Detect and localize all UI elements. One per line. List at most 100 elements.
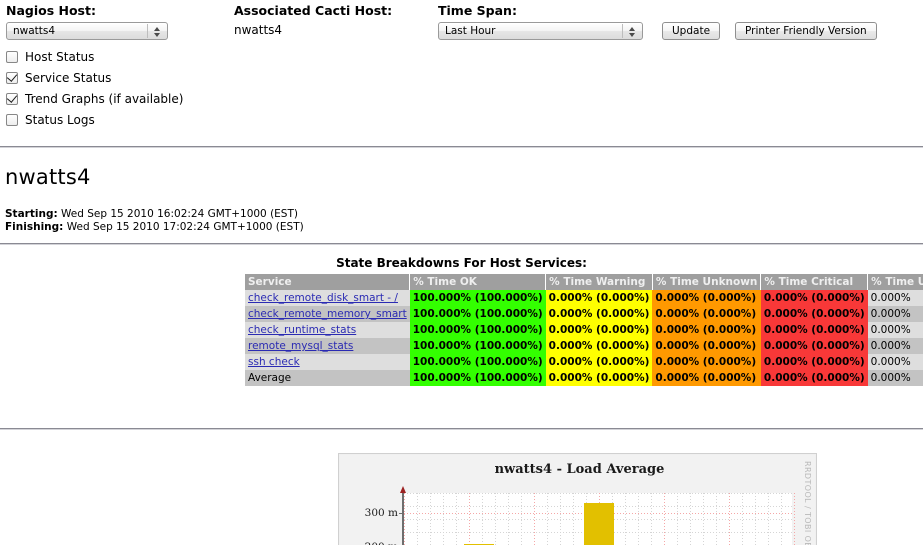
checkbox-service-status[interactable] bbox=[6, 71, 18, 84]
select-divider bbox=[147, 24, 148, 38]
graph-canvas: nwatts4 - Load Average 300 m 200 m RRDTOO… bbox=[340, 455, 815, 545]
column-header-time-unknown: % Time Unknown bbox=[652, 274, 762, 290]
time-span-select[interactable]: Last Hour bbox=[438, 22, 643, 40]
cacti-host-label: Associated Cacti Host: bbox=[234, 3, 393, 18]
nagios-host-group: Nagios Host: nwatts4 Host Status Service… bbox=[6, 0, 183, 130]
load-average-graph[interactable]: nwatts4 - Load Average 300 m 200 m RRDTOO… bbox=[338, 453, 817, 545]
gridline-minor-h bbox=[404, 493, 792, 494]
service-link[interactable]: check_remote_memory_smart bbox=[248, 308, 407, 320]
table-row: ssh check 100.000% (100.000%) 0.000% (0.00… bbox=[245, 354, 923, 370]
service-link[interactable]: check_remote_disk_smart - / bbox=[248, 292, 398, 304]
finishing-label: Finishing: bbox=[5, 221, 64, 233]
cell-time-undetermined: 0.000% bbox=[867, 322, 923, 338]
cell-time-undetermined: 0.000% bbox=[867, 354, 923, 370]
gridline-major-v bbox=[794, 493, 795, 545]
cell-time-critical: 0.000% (0.000%) bbox=[760, 306, 868, 322]
section-divider-breakdown bbox=[0, 243, 923, 245]
nagios-host-label: Nagios Host: bbox=[6, 3, 96, 18]
cell-service[interactable]: remote_mysql_stats bbox=[245, 338, 410, 354]
page-root: Nagios Host: nwatts4 Host Status Service… bbox=[0, 0, 923, 545]
display-options-group: Host Status Service Status Trend Graphs … bbox=[6, 46, 183, 130]
cell-time-warning: 0.000% (0.000%) bbox=[545, 290, 653, 306]
cell-time-undetermined: 0.000% bbox=[867, 338, 923, 354]
table-row: check_runtime_stats 100.000% (100.000%) 0.… bbox=[245, 322, 923, 338]
cacti-host-group: Associated Cacti Host: nwatts4 bbox=[234, 0, 392, 37]
service-link[interactable]: check_runtime_stats bbox=[248, 324, 356, 336]
cell-time-critical: 0.000% (0.000%) bbox=[760, 322, 868, 338]
rrdtool-watermark: RRDTOOL / TOBI OETIKER bbox=[803, 461, 812, 545]
cell-time-unknown: 0.000% (0.000%) bbox=[652, 290, 761, 306]
state-breakdown-table: Service % Time OK % Time Warning % Time … bbox=[245, 274, 923, 386]
cell-time-critical: 0.000% (0.000%) bbox=[760, 290, 868, 306]
graph-title: nwatts4 - Load Average bbox=[494, 462, 665, 477]
cell-service[interactable]: check_remote_disk_smart - / bbox=[245, 290, 410, 306]
cell-time-unknown: 0.000% (0.000%) bbox=[652, 322, 761, 338]
cell-service[interactable]: check_remote_memory_smart bbox=[245, 306, 410, 322]
checkbox-trend-graphs[interactable] bbox=[6, 92, 18, 105]
cell-service[interactable]: check_runtime_stats bbox=[245, 322, 410, 338]
checkbox-row-status-logs[interactable]: Status Logs bbox=[6, 109, 183, 130]
state-breakdown-table-wrap: Service % Time OK % Time Warning % Time … bbox=[245, 274, 923, 386]
table-row: remote_mysql_stats 100.000% (100.000%) 0.0… bbox=[245, 338, 923, 354]
gridline-major-v bbox=[469, 493, 470, 545]
service-link[interactable]: ssh check bbox=[248, 356, 300, 368]
gridline-major-v bbox=[664, 493, 665, 545]
starting-line: Starting: Wed Sep 15 2010 16:02:24 GMT+1… bbox=[5, 208, 304, 221]
checkbox-row-trend-graphs[interactable]: Trend Graphs (if available) bbox=[6, 88, 183, 109]
starting-label: Starting: bbox=[5, 208, 58, 220]
update-button[interactable]: Update bbox=[662, 22, 721, 40]
select-divider bbox=[622, 24, 623, 38]
starting-value: Wed Sep 15 2010 16:02:24 GMT+1000 (EST) bbox=[61, 208, 298, 220]
cell-time-ok: 100.000% (100.000%) bbox=[409, 338, 546, 354]
column-header-service: Service bbox=[245, 274, 411, 290]
updown-chevron-icon bbox=[625, 23, 638, 40]
axis-arrow-icon bbox=[400, 486, 406, 493]
table-header-row: Service % Time OK % Time Warning % Time … bbox=[245, 274, 923, 290]
table-row: check_remote_memory_smart 100.000% (100.0… bbox=[245, 306, 923, 322]
gridline-major-v bbox=[404, 493, 405, 545]
y-axis-label: 300 m bbox=[364, 507, 398, 520]
cell-time-warning: 0.000% (0.000%) bbox=[545, 322, 653, 338]
printer-friendly-version-button[interactable]: Printer Friendly Version bbox=[735, 22, 877, 40]
y-axis-tick bbox=[399, 513, 403, 515]
nagios-host-select[interactable]: nwatts4 bbox=[6, 22, 168, 40]
cell-time-warning: 0.000% (0.000%) bbox=[545, 370, 653, 386]
gridline-major-v bbox=[729, 493, 730, 545]
cell-time-undetermined: 0.000% bbox=[867, 290, 923, 306]
column-header-time-warning: % Time Warning bbox=[545, 274, 653, 290]
updown-chevron-icon bbox=[150, 23, 163, 40]
cell-time-undetermined: 0.000% bbox=[867, 370, 923, 386]
report-time-range: Starting: Wed Sep 15 2010 16:02:24 GMT+1… bbox=[5, 208, 304, 234]
finishing-value: Wed Sep 15 2010 17:02:24 GMT+1000 (EST) bbox=[66, 221, 304, 233]
cell-service[interactable]: ssh check bbox=[245, 354, 410, 370]
cell-time-critical: 0.000% (0.000%) bbox=[760, 338, 868, 354]
checkbox-label-service-status: Service Status bbox=[25, 70, 112, 85]
checkbox-row-host-status[interactable]: Host Status bbox=[6, 46, 183, 67]
checkbox-label-status-logs: Status Logs bbox=[25, 112, 95, 127]
cell-time-undetermined: 0.000% bbox=[867, 306, 923, 322]
cell-time-critical: 0.000% (0.000%) bbox=[760, 370, 868, 386]
cell-time-ok: 100.000% (100.000%) bbox=[409, 290, 546, 306]
checkbox-host-status[interactable] bbox=[6, 50, 18, 63]
section-divider-top bbox=[0, 146, 923, 148]
time-span-select-value: Last Hour bbox=[445, 25, 496, 37]
checkbox-status-logs[interactable] bbox=[6, 113, 18, 126]
cacti-host-value: nwatts4 bbox=[234, 23, 283, 37]
checkbox-row-service-status[interactable]: Service Status bbox=[6, 67, 183, 88]
cell-time-warning: 0.000% (0.000%) bbox=[545, 338, 653, 354]
y-axis-label: 200 m bbox=[365, 541, 398, 545]
cell-time-ok: 100.000% (100.000%) bbox=[409, 306, 546, 322]
cell-time-critical: 0.000% (0.000%) bbox=[760, 354, 868, 370]
cell-time-ok: 100.000% (100.000%) bbox=[409, 354, 546, 370]
page-title: nwatts4 bbox=[5, 165, 91, 189]
table-body: check_remote_disk_smart - / 100.000% (100… bbox=[245, 290, 923, 386]
checkbox-label-host-status: Host Status bbox=[25, 49, 95, 64]
cell-time-warning: 0.000% (0.000%) bbox=[545, 306, 653, 322]
column-header-time-ok: % Time OK bbox=[409, 274, 547, 290]
time-span-label: Time Span: bbox=[438, 3, 517, 18]
table-row: check_remote_disk_smart - / 100.000% (100… bbox=[245, 290, 923, 306]
service-link[interactable]: remote_mysql_stats bbox=[248, 340, 353, 352]
nagios-host-select-value: nwatts4 bbox=[13, 25, 56, 37]
cell-time-unknown: 0.000% (0.000%) bbox=[652, 370, 761, 386]
column-header-time-undetermined: % Time Undetermined bbox=[867, 274, 923, 290]
